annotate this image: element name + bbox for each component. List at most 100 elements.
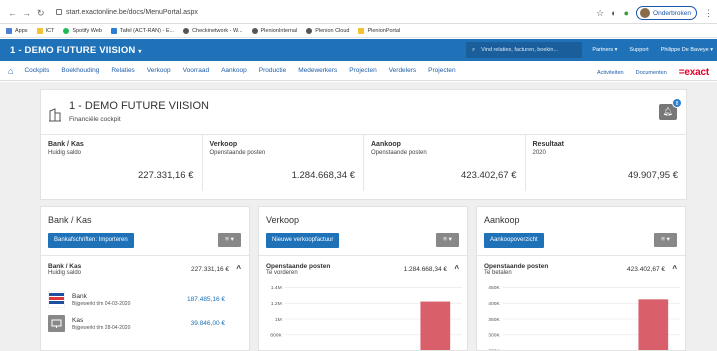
bookmark-tafel[interactable]: Tafel (ACT-RAN) - E... bbox=[110, 27, 175, 34]
address-bar[interactable]: start.exactonline.be/docs/MenuPortal.asp… bbox=[56, 9, 198, 16]
panel-menu-button[interactable]: ≡ ▾ bbox=[218, 233, 241, 247]
section-title: Openstaande posten bbox=[484, 263, 549, 270]
bookmark-label: Spotify Web bbox=[72, 27, 102, 34]
kpi-value: 49.907,95 € bbox=[627, 170, 678, 181]
menu-item-voorraad[interactable]: Voorraad bbox=[183, 67, 209, 74]
account-row-bank[interactable]: Bank Bijgewerkt t/m 04-03-2020 187.485,1… bbox=[48, 291, 239, 311]
folder-icon bbox=[358, 27, 365, 34]
chevron-up-icon[interactable]: ^ bbox=[236, 264, 241, 273]
chart-bar[interactable] bbox=[420, 301, 451, 351]
user-menu[interactable]: Philippe De Baveye ▾ bbox=[661, 47, 713, 53]
kpi-title: Resultaat bbox=[532, 141, 565, 148]
menu-item-cockpits[interactable]: Cockpits bbox=[24, 67, 49, 74]
account-balance[interactable]: 39.846,00 € bbox=[191, 320, 225, 327]
section-title: Bank / Kas bbox=[48, 263, 82, 270]
extension-icon[interactable]: ◐ bbox=[611, 8, 616, 18]
menu-item-medewerkers[interactable]: Medewerkers bbox=[298, 67, 337, 74]
kpi-subtitle: Openstaande posten bbox=[209, 150, 266, 156]
bookmark-ict[interactable]: ICT bbox=[36, 27, 55, 34]
user-name: Philippe De Baveye bbox=[660, 47, 709, 53]
bookmark-label: Tafel (ACT-RAN) - E... bbox=[119, 27, 175, 34]
chevron-down-icon: ▾ bbox=[138, 49, 142, 55]
section-value: 1.284.668,34 € bbox=[403, 266, 447, 273]
bookmark-spotify[interactable]: Spotify Web bbox=[63, 27, 102, 34]
section-title: Openstaande posten bbox=[266, 263, 331, 270]
panel-title: Aankoop bbox=[484, 215, 520, 225]
divider bbox=[41, 255, 249, 256]
company-switcher[interactable]: 1 - DEMO FUTURE VIISION ▾ bbox=[10, 45, 142, 56]
reload-icon[interactable]: ↻ bbox=[37, 8, 45, 19]
account-updated: Bijgewerkt t/m 04-03-2020 bbox=[72, 301, 131, 307]
page-title: 1 - DEMO FUTURE VIISION bbox=[69, 100, 209, 112]
import-bank-statements-button[interactable]: Bankafschriften: Importeren bbox=[48, 233, 134, 248]
menu-item-projecten[interactable]: Projecten bbox=[349, 67, 376, 74]
spotify-icon bbox=[63, 27, 70, 34]
menu-item-verkoop[interactable]: Verkoop bbox=[147, 67, 171, 74]
cash-register-icon bbox=[48, 315, 65, 332]
kpi-aankoop[interactable]: Aankoop Openstaande posten 423.402,67 € bbox=[364, 135, 526, 191]
main-menu: ⌂ Cockpits Boekhouding Relaties Verkoop … bbox=[0, 61, 717, 81]
chart-bar[interactable] bbox=[638, 299, 669, 351]
notification-badge: 8 bbox=[672, 98, 682, 108]
bell-icon: 🔔︎ bbox=[662, 107, 674, 116]
support-link[interactable]: Support bbox=[629, 47, 648, 53]
purchase-overview-button[interactable]: Aankoopoverzicht bbox=[484, 233, 544, 248]
y-tick-label: 1M bbox=[275, 317, 282, 323]
kebab-menu-icon[interactable]: ⋮ bbox=[704, 8, 713, 19]
activiteiten-link[interactable]: Activiteiten bbox=[597, 70, 624, 76]
home-icon[interactable]: ⌂ bbox=[8, 66, 13, 76]
account-row-kas[interactable]: Kas Bijgewerkt t/m 28-04-2020 39.846,00 … bbox=[48, 315, 239, 335]
kpi-subtitle: Openstaande posten bbox=[371, 150, 427, 156]
globe-icon bbox=[251, 27, 258, 34]
section-subtitle: Huidig saldo bbox=[48, 270, 82, 276]
section-value: 227.331,16 € bbox=[191, 266, 229, 273]
bookmarks-bar: Apps ICT Spotify Web Tafel (ACT-RAN) - E… bbox=[0, 24, 717, 38]
account-balance[interactable]: 187.485,16 € bbox=[187, 296, 225, 303]
menu-item-boekhouding[interactable]: Boekhouding bbox=[61, 67, 99, 74]
panel-menu-button[interactable]: ≡ ▾ bbox=[436, 233, 459, 247]
documenten-link[interactable]: Documenten bbox=[636, 70, 667, 76]
kpi-bank-kas[interactable]: Bank / Kas Huidig saldo 227.331,16 € bbox=[41, 135, 203, 191]
panel-title: Bank / Kas bbox=[48, 215, 92, 225]
partners-link[interactable]: Partners ▾ bbox=[592, 47, 617, 53]
bookmark-pleninternal[interactable]: PlenionInternal bbox=[251, 27, 297, 34]
chevron-up-icon[interactable]: ^ bbox=[454, 264, 459, 273]
forward-icon[interactable]: → bbox=[22, 8, 31, 18]
kpi-title: Aankoop bbox=[371, 141, 401, 148]
menu-item-productie[interactable]: Productie bbox=[259, 67, 286, 74]
section-subtitle: Te vorderen bbox=[266, 270, 298, 276]
cockpit-card: 1 - DEMO FUTURE VIISION Financiële cockp… bbox=[40, 89, 687, 200]
verkoop-panel: Verkoop Nieuwe verkoopfactuur ≡ ▾ Openst… bbox=[258, 206, 468, 351]
panel-menu-button[interactable]: ≡ ▾ bbox=[654, 233, 677, 247]
kpi-verkoop[interactable]: Verkoop Openstaande posten 1.284.668,34 … bbox=[203, 135, 364, 191]
profile-button[interactable]: Onderbroken bbox=[636, 6, 697, 20]
menu-item-relaties[interactable]: Relaties bbox=[111, 67, 134, 74]
bookmark-apps[interactable]: Apps bbox=[6, 27, 28, 34]
chevron-up-icon[interactable]: ^ bbox=[672, 264, 677, 273]
bookmark-plenion-portal[interactable]: PlenionPortal bbox=[358, 27, 400, 34]
star-icon[interactable]: ☆ bbox=[596, 8, 604, 19]
search-input[interactable]: ⌕ Vind relaties, facturen, boekin... bbox=[466, 42, 582, 58]
bookmark-checkinetwork[interactable]: Checkinetwork - W... bbox=[183, 27, 243, 34]
menu-item-verdelers[interactable]: Verdelers bbox=[389, 67, 416, 74]
payables-chart: 450K400K350K300K250K bbox=[488, 285, 681, 351]
apps-grid-icon bbox=[6, 27, 12, 34]
globe-icon bbox=[306, 27, 313, 34]
y-tick-label: 350K bbox=[488, 317, 500, 323]
back-icon[interactable]: ← bbox=[8, 8, 17, 18]
y-tick-label: 1.4M bbox=[271, 285, 282, 291]
browser-toolbar: ← → ↻ start.exactonline.be/docs/MenuPort… bbox=[0, 0, 717, 24]
menu-item-projecten-2[interactable]: Projecten bbox=[428, 67, 455, 74]
bookmark-plenion-cloud[interactable]: Plenion Cloud bbox=[306, 27, 349, 34]
y-tick-label: 450K bbox=[488, 285, 500, 291]
bookmark-label: ICT bbox=[45, 27, 55, 34]
kpi-title: Bank / Kas bbox=[48, 141, 84, 148]
account-updated: Bijgewerkt t/m 28-04-2020 bbox=[72, 325, 131, 331]
kpi-resultaat[interactable]: Resultaat 2020 49.907,95 € bbox=[526, 135, 687, 191]
link-label: Partners bbox=[592, 47, 614, 53]
evernote-icon[interactable]: ● bbox=[624, 8, 629, 18]
notifications-button[interactable]: 🔔︎ 8 bbox=[659, 98, 682, 120]
company-title: 1 - DEMO FUTURE VIISION bbox=[10, 45, 136, 56]
menu-item-aankoop[interactable]: Aankoop bbox=[221, 67, 247, 74]
new-sales-invoice-button[interactable]: Nieuwe verkoopfactuur bbox=[266, 233, 340, 248]
